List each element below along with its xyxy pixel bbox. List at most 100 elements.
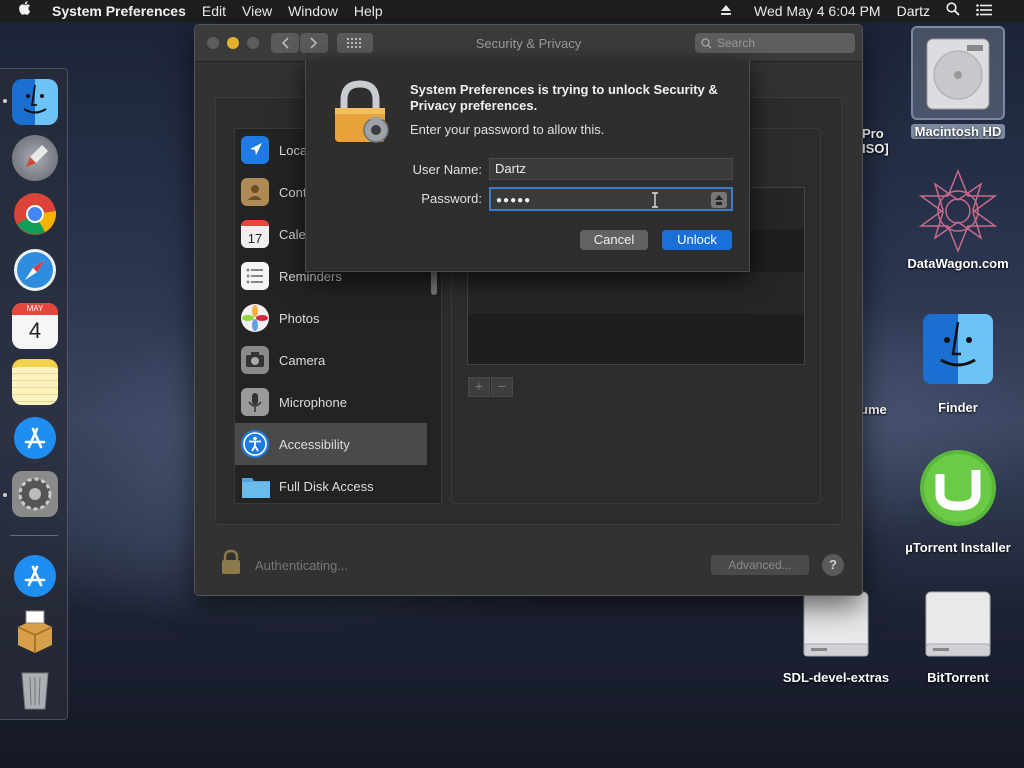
camera-icon (241, 346, 269, 374)
notification-center-icon[interactable] (968, 0, 1000, 22)
app-store-icon[interactable] (12, 415, 58, 461)
menu-bar: System Preferences Edit View Window Help… (0, 0, 1024, 22)
launchpad-icon[interactable] (12, 135, 58, 181)
search-placeholder: Search (717, 36, 756, 50)
password-label: Password: (421, 191, 482, 206)
apple-menu-icon[interactable] (0, 0, 44, 22)
iso-label: ISO] (862, 141, 889, 156)
padlock-icon (335, 80, 389, 143)
desktop-macintosh-hd[interactable]: Macintosh HD (898, 26, 1018, 139)
password-dots: ●●●●● (496, 195, 532, 206)
sidebar-item-full-disk-access[interactable]: Full Disk Access (235, 465, 427, 503)
sidebar-item-label: Photos (279, 310, 320, 326)
pro-label: Pro (862, 126, 884, 141)
authenticating-status: Authenticating... (255, 558, 349, 573)
sidebar-item-label: Cale (279, 226, 306, 242)
location-icon (241, 136, 269, 164)
accessibility-icon (241, 430, 269, 458)
folder-icon (241, 472, 270, 500)
search-field[interactable]: Search (695, 33, 855, 53)
menu-window[interactable]: Window (280, 0, 346, 22)
menu-help[interactable]: Help (346, 0, 391, 22)
macintosh-hd-label: Macintosh HD (910, 124, 1006, 139)
desktop-utorrent-installer[interactable]: µTorrent Installer (898, 448, 1018, 555)
sidebar-item-accessibility[interactable]: Accessibility (235, 423, 427, 465)
desktop-sdl-devel-extras[interactable]: SDL-devel-extras (776, 586, 896, 685)
app-name-menu[interactable]: System Preferences (44, 0, 194, 22)
bittorrent-label: BitTorrent (927, 670, 989, 685)
calendar-day: 4 (28, 318, 42, 343)
calendar-month: MAY (12, 303, 58, 315)
dock: MAY 4 (0, 68, 68, 720)
desktop-datawagon[interactable]: DataWagon.com (898, 166, 1018, 271)
list-row[interactable] (468, 314, 804, 364)
app-store-2-icon[interactable] (12, 553, 58, 599)
running-indicator (3, 493, 7, 497)
desktop-volume-fragment[interactable]: ume (860, 402, 887, 417)
calendar-icon: 17 (241, 220, 269, 248)
lock-icon[interactable] (221, 549, 241, 575)
finder-label: Finder (938, 400, 978, 415)
sidebar-item-label: Full Disk Access (279, 478, 374, 494)
help-button[interactable]: ? (822, 554, 844, 576)
finder-icon (923, 314, 993, 384)
contacts-icon (241, 178, 269, 206)
system-preferences-icon[interactable] (12, 471, 58, 517)
desktop-bittorrent[interactable]: BitTorrent (898, 586, 1018, 685)
svg-text:17: 17 (248, 231, 262, 246)
datawagon-label: DataWagon.com (907, 256, 1009, 271)
clock[interactable]: Wed May 4 6:04 PM (740, 0, 889, 22)
dialog-title: System Preferences is trying to unlock S… (410, 82, 718, 113)
cancel-button[interactable]: Cancel (580, 230, 648, 250)
sdl-label: SDL-devel-extras (782, 670, 890, 685)
sidebar-item-microphone[interactable]: Microphone (235, 381, 427, 423)
datawagon-icon (918, 168, 998, 254)
authentication-dialog: System Preferences is trying to unlock S… (305, 60, 750, 272)
chrome-icon[interactable] (12, 191, 58, 237)
search-icon (701, 38, 712, 49)
list-row[interactable] (468, 272, 804, 314)
disk-image-icon (803, 591, 869, 657)
desktop-finder[interactable]: Finder (898, 314, 1018, 415)
user-menu[interactable]: Dartz (889, 0, 938, 22)
text-cursor-icon (652, 192, 658, 208)
dock-separator (10, 535, 58, 536)
sidebar-item-label: Loca (279, 142, 308, 158)
sidebar-item-photos[interactable]: Photos (235, 297, 427, 339)
utorrent-label: µTorrent Installer (905, 540, 1011, 555)
advanced-button[interactable]: Advanced... (711, 555, 809, 575)
calendar-icon[interactable]: MAY 4 (12, 303, 58, 349)
password-field[interactable]: ●●●●● (489, 187, 733, 211)
volume-label-fragment: ume (860, 402, 887, 417)
add-app-button[interactable]: + (468, 377, 490, 397)
spotlight-icon[interactable] (938, 0, 968, 22)
reminders-icon (241, 262, 269, 290)
disk-image-icon (925, 591, 991, 657)
menu-edit[interactable]: Edit (194, 0, 234, 22)
installer-icon[interactable] (12, 609, 58, 655)
sidebar-item-camera[interactable]: Camera (235, 339, 427, 381)
remove-app-button[interactable]: − (491, 377, 513, 397)
running-indicator (3, 99, 7, 103)
menu-view[interactable]: View (234, 0, 280, 22)
unlock-button[interactable]: Unlock (662, 230, 732, 250)
keychain-key-icon[interactable] (711, 192, 727, 208)
notes-icon[interactable] (12, 359, 58, 405)
finder-icon[interactable] (12, 79, 58, 125)
desktop-pro-iso-fragment[interactable]: Pro ISO] (862, 126, 889, 156)
hard-drive-icon (926, 38, 990, 110)
eject-icon[interactable] (712, 0, 740, 22)
sidebar-item-label: Microphone (279, 394, 347, 410)
trash-icon[interactable] (12, 665, 58, 711)
username-field[interactable]: Dartz (489, 158, 733, 180)
sidebar-item-label: Camera (279, 352, 326, 368)
sidebar-item-label: Cont (279, 184, 307, 200)
safari-icon[interactable] (12, 247, 58, 293)
title-bar[interactable]: Security & Privacy Search (195, 25, 862, 62)
microphone-icon (241, 388, 269, 416)
dialog-message: Enter your password to allow this. (410, 122, 605, 137)
username-label: User Name: (412, 162, 482, 177)
utorrent-icon (920, 450, 996, 526)
photos-icon (241, 304, 269, 332)
sidebar-item-label: Accessibility (279, 436, 350, 452)
